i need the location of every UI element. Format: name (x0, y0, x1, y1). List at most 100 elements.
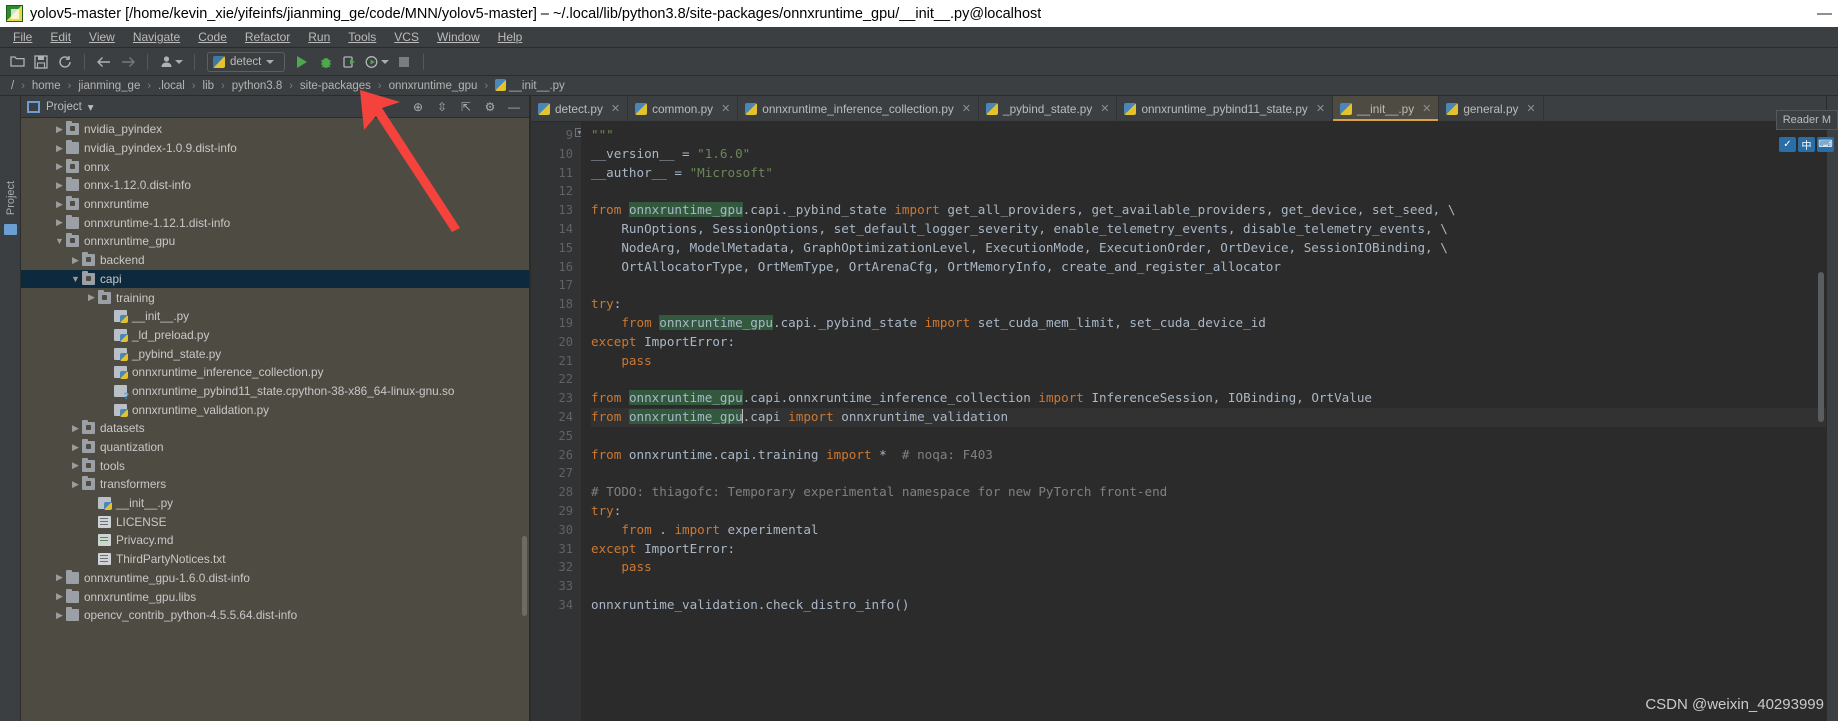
tree-row[interactable]: __init__.py (21, 494, 529, 513)
tree-row[interactable]: ▼ capi (21, 269, 529, 289)
chevron-right-icon[interactable]: ▶ (53, 180, 66, 191)
close-icon[interactable]: ✕ (721, 102, 730, 115)
tree-row[interactable]: ThirdPartyNotices.txt (21, 550, 529, 569)
structure-icon[interactable] (4, 224, 17, 235)
close-icon[interactable]: ✕ (1316, 102, 1325, 115)
editor-tab[interactable]: detect.py ✕ (531, 96, 629, 121)
chevron-right-icon[interactable]: ▶ (53, 591, 66, 602)
code-content[interactable]: """ __version__ = "1.6.0" __author__ = "Mi… (581, 122, 1826, 721)
tree-row[interactable]: onnxruntime_validation.py (21, 400, 529, 419)
chevron-right-icon[interactable]: ▶ (85, 292, 98, 303)
tree-row[interactable]: ▶ onnxruntime (21, 195, 529, 214)
editor-tab[interactable]: general.py ✕ (1439, 96, 1544, 121)
project-tree[interactable]: ▶ nvidia_pyindex ▶ nvidia_pyindex-1.0.9.dis… (21, 118, 529, 721)
chevron-right-icon[interactable]: ▶ (69, 479, 82, 490)
breadcrumb-item-python38[interactable]: python3.8 (229, 80, 286, 92)
menu-vcs[interactable]: VCS (385, 28, 428, 46)
profile-run-icon[interactable] (363, 51, 391, 73)
breadcrumb-item-onnxruntime-gpu[interactable]: onnxruntime_gpu (386, 80, 481, 92)
ime-check-icon[interactable]: ✓ (1779, 137, 1796, 152)
chevron-right-icon[interactable]: ▶ (69, 255, 82, 266)
menu-refactor[interactable]: Refactor (236, 28, 299, 46)
chevron-right-icon[interactable]: ▶ (53, 572, 66, 583)
menu-view[interactable]: View (80, 28, 124, 46)
close-icon[interactable]: ✕ (962, 102, 971, 115)
run-icon[interactable] (291, 51, 313, 73)
tree-row[interactable]: onnxruntime_pybind11_state.cpython-38-x8… (21, 382, 529, 401)
menu-help[interactable]: Help (489, 28, 532, 46)
ime-keyboard-icon[interactable]: ⌨ (1817, 137, 1834, 152)
tree-row[interactable]: ▶ onnxruntime_gpu-1.6.0.dist-info (21, 569, 529, 588)
rail-project-label[interactable]: Project (5, 169, 17, 227)
tree-row[interactable]: ▶ backend (21, 251, 529, 270)
close-icon[interactable]: ✕ (1422, 102, 1431, 115)
tree-row[interactable]: ▶ quantization (21, 438, 529, 457)
chevron-right-icon[interactable]: ▶ (53, 217, 66, 228)
close-icon[interactable]: ✕ (611, 102, 620, 115)
tree-row[interactable]: ▶ datasets (21, 419, 529, 438)
gear-icon[interactable]: ⚙ (481, 100, 499, 114)
tree-row[interactable]: ▶ nvidia_pyindex (21, 120, 529, 139)
open-folder-icon[interactable] (6, 51, 28, 73)
breadcrumb-item-root[interactable]: / (8, 80, 17, 92)
breadcrumb-item-home[interactable]: home (29, 80, 64, 92)
tree-row[interactable]: ▼ onnxruntime_gpu (21, 232, 529, 251)
menu-navigate[interactable]: Navigate (124, 28, 189, 46)
chevron-right-icon[interactable]: ▶ (53, 143, 66, 154)
run-with-coverage-icon[interactable] (339, 51, 361, 73)
reader-mode-label[interactable]: Reader M (1775, 110, 1838, 130)
minimize-button[interactable]: — (1817, 6, 1832, 21)
sync-icon[interactable] (54, 51, 76, 73)
ime-chinese-icon[interactable]: 中 (1798, 137, 1815, 152)
tree-row[interactable]: ▶ onnxruntime_gpu.libs (21, 587, 529, 606)
tree-row[interactable]: _pybind_state.py (21, 344, 529, 363)
menu-file[interactable]: File (4, 28, 41, 46)
tree-row[interactable]: ▶ onnxruntime-1.12.1.dist-info (21, 213, 529, 232)
editor-tab[interactable]: onnxruntime_pybind11_state.py ✕ (1117, 96, 1334, 121)
editor-tab[interactable]: common.py ✕ (628, 96, 739, 121)
breadcrumb-item-site-packages[interactable]: site-packages (297, 80, 374, 92)
menu-run[interactable]: Run (299, 28, 339, 46)
chevron-right-icon[interactable]: ▶ (53, 610, 66, 621)
hide-panel-icon[interactable]: — (505, 100, 523, 114)
tree-row[interactable]: Privacy.md (21, 531, 529, 550)
tree-row[interactable]: ▶ nvidia_pyindex-1.0.9.dist-info (21, 139, 529, 158)
locate-file-icon[interactable]: ⊕ (409, 100, 427, 114)
debug-icon[interactable] (315, 51, 337, 73)
chevron-right-icon[interactable]: ▶ (69, 423, 82, 434)
close-icon[interactable]: ✕ (1526, 102, 1535, 115)
save-all-icon[interactable] (30, 51, 52, 73)
menu-code[interactable]: Code (189, 28, 236, 46)
menu-tools[interactable]: Tools (339, 28, 385, 46)
stop-icon[interactable] (393, 51, 415, 73)
collapse-all-icon[interactable]: ⇱ (457, 100, 475, 114)
navigate-back-icon[interactable] (93, 51, 115, 73)
tree-row[interactable]: ▶ opencv_contrib_python-4.5.5.64.dist-inf… (21, 606, 529, 625)
project-chevron-down-icon[interactable]: ▾ (88, 100, 94, 114)
tree-row[interactable]: ▶ transformers (21, 475, 529, 494)
editor-scrollbar[interactable] (1818, 272, 1824, 422)
chevron-right-icon[interactable]: ▶ (53, 161, 66, 172)
breadcrumb-item-lib[interactable]: lib (200, 80, 218, 92)
chevron-right-icon[interactable]: ▶ (53, 124, 66, 135)
close-icon[interactable]: ✕ (1100, 102, 1109, 115)
tree-row[interactable]: ▶ training (21, 288, 529, 307)
profile-icon[interactable] (156, 51, 186, 73)
chevron-down-icon[interactable]: ▼ (53, 236, 66, 246)
breadcrumb-item-jianming-ge[interactable]: jianming_ge (75, 80, 143, 92)
chevron-right-icon[interactable]: ▶ (53, 199, 66, 210)
tree-row[interactable]: ▶ onnx (21, 157, 529, 176)
tree-row[interactable]: onnxruntime_inference_collection.py (21, 363, 529, 382)
tree-row[interactable]: LICENSE (21, 512, 529, 531)
menu-window[interactable]: Window (428, 28, 489, 46)
chevron-down-icon[interactable]: ▼ (69, 274, 82, 284)
editor-tab[interactable]: __init__.py ✕ (1333, 96, 1440, 121)
tree-row[interactable]: _ld_preload.py (21, 326, 529, 345)
expand-all-icon[interactable]: ⇳ (433, 100, 451, 114)
tree-row[interactable]: __init__.py (21, 307, 529, 326)
run-configuration-selector[interactable]: detect (207, 51, 285, 72)
tree-row[interactable]: ▶ onnx-1.12.0.dist-info (21, 176, 529, 195)
breadcrumb-item-init-py[interactable]: __init__.py (492, 79, 568, 92)
navigate-forward-icon[interactable] (117, 51, 139, 73)
tree-row[interactable]: ▶ tools (21, 456, 529, 475)
